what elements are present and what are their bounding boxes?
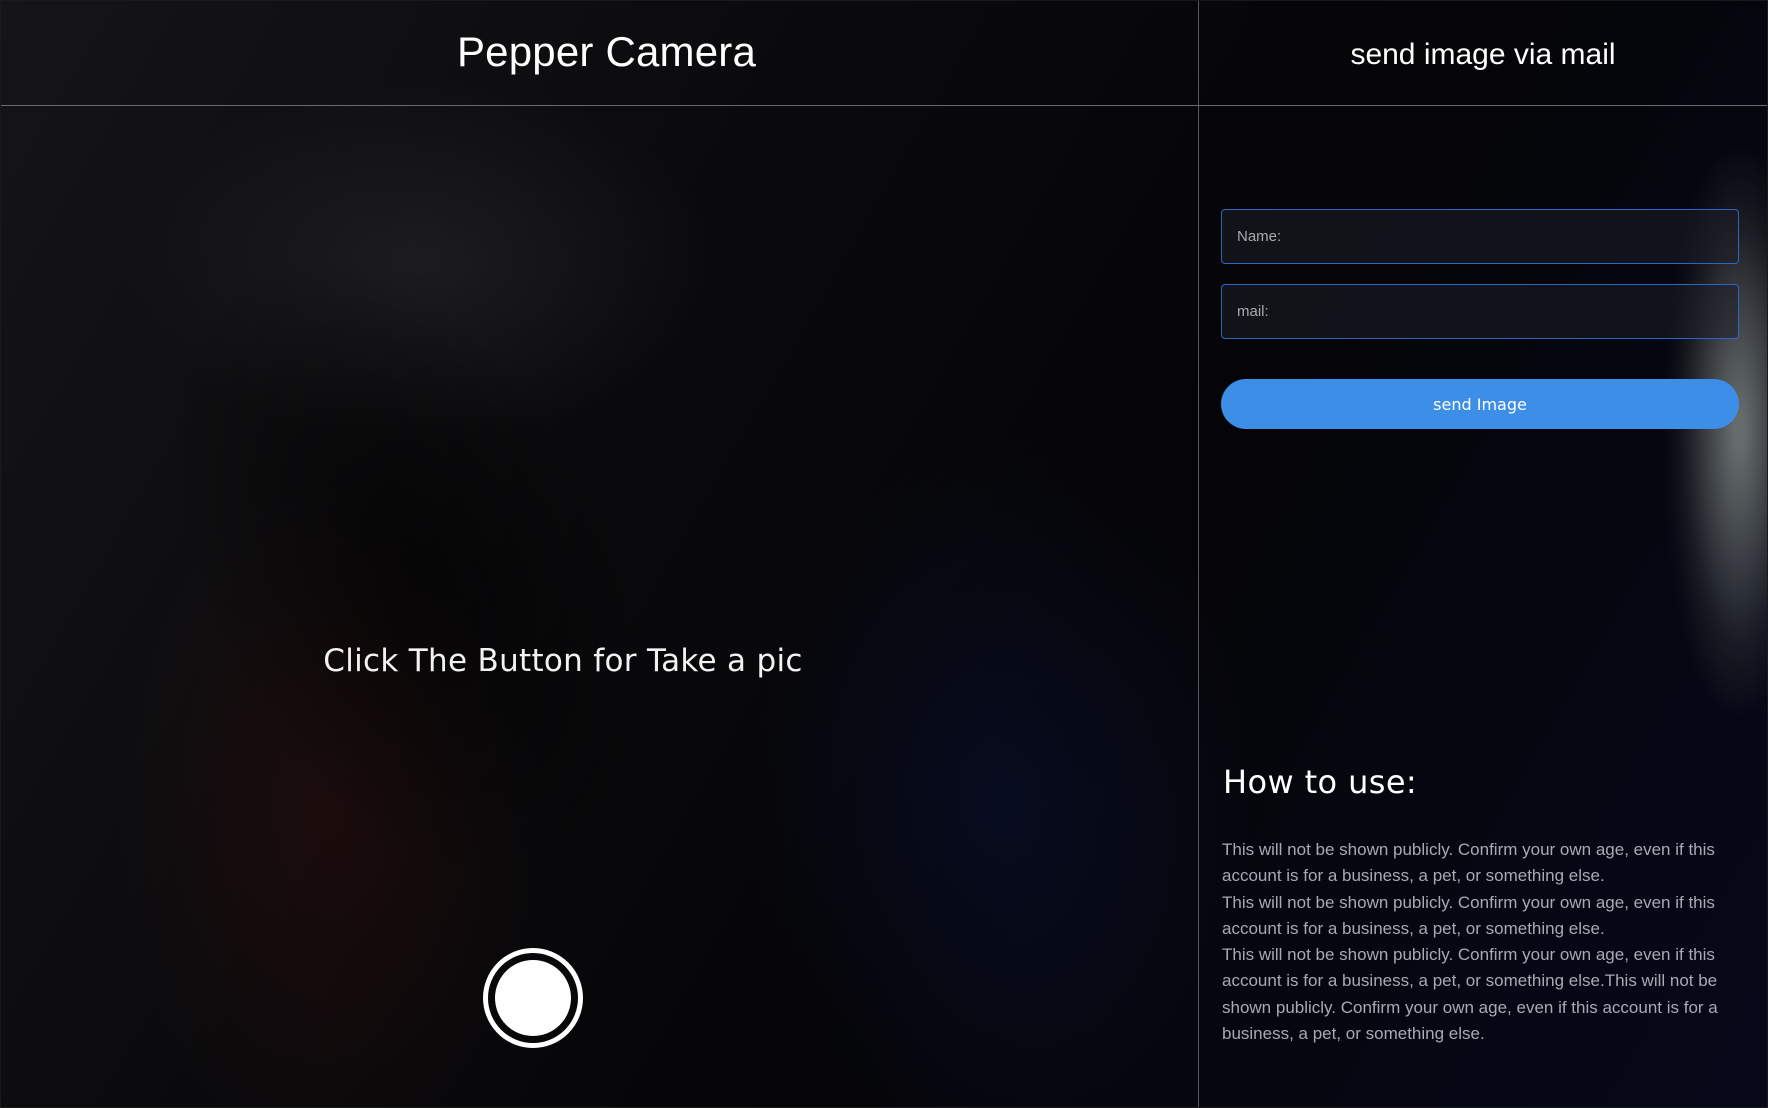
camera-viewfinder[interactable]: Click The Button for Take a pic: [1, 106, 1198, 1107]
mail-panel: send image via mail send Image How to us…: [1199, 1, 1767, 1107]
mail-header: send image via mail: [1199, 1, 1767, 106]
camera-panel: Pepper Camera Click The Button for Take …: [1, 1, 1199, 1107]
send-image-button[interactable]: send Image: [1221, 379, 1739, 429]
howto-instructions: This will not be shown publicly. Confirm…: [1222, 837, 1742, 1047]
shutter-circle-icon: [495, 960, 571, 1036]
howto-paragraph: This will not be shown publicly. Confirm…: [1222, 892, 1715, 938]
howto-paragraph: This will not be shown publicly. Confirm…: [1222, 840, 1715, 886]
app-window: Pepper Camera Click The Button for Take …: [1, 1, 1767, 1107]
page-title: Pepper Camera: [456, 28, 757, 75]
camera-preview-blur: [61, 168, 761, 984]
camera-header: Pepper Camera: [1, 1, 1198, 106]
howto-paragraph: This will not be shown publicly. Confirm…: [1222, 945, 1718, 1044]
howto-title: How to use:: [1223, 763, 1418, 801]
email-field[interactable]: [1221, 284, 1739, 339]
mail-panel-title: send image via mail: [1350, 38, 1616, 71]
name-field[interactable]: [1221, 209, 1739, 264]
camera-prompt-text: Click The Button for Take a pic: [323, 643, 803, 679]
shutter-button[interactable]: [483, 948, 583, 1048]
